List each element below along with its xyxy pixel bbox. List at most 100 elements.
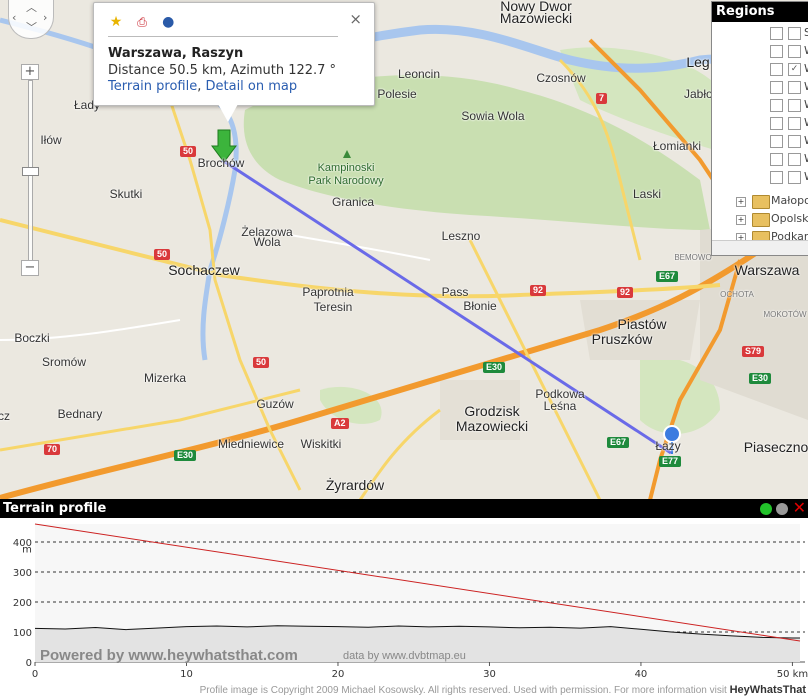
region-checkbox[interactable] <box>788 27 801 40</box>
folder-icon <box>752 213 770 227</box>
x-tick-label: 0 <box>32 669 38 680</box>
region-item[interactable]: W <box>712 114 808 132</box>
place-label: Brochów <box>197 156 245 170</box>
road-shield: 50 <box>180 146 197 157</box>
pan-up-icon[interactable]: ︿ <box>26 2 37 13</box>
road-shield: E67 <box>607 437 630 448</box>
terrain-title: Terrain profile <box>0 499 808 518</box>
maximize-icon[interactable] <box>760 503 772 515</box>
x-tick-label: 40 <box>635 669 648 680</box>
place-label: Park Narodowy <box>308 175 384 187</box>
detail-on-map-link[interactable]: Detail on map <box>206 79 298 94</box>
regions-scrollbar[interactable] <box>712 240 808 255</box>
popup-close-button[interactable]: × <box>349 12 362 27</box>
region-checkbox[interactable] <box>788 171 801 184</box>
zoom-in-button[interactable]: + <box>21 64 39 80</box>
region-checkbox[interactable] <box>788 153 801 166</box>
region-checkbox[interactable]: ✓ <box>788 63 801 76</box>
place-label: Granica <box>331 195 375 209</box>
x-tick-label: 50 km <box>777 669 808 680</box>
place-label: Polesie <box>377 87 417 101</box>
place-label: Guzów <box>256 397 294 411</box>
expand-icon[interactable]: + <box>736 215 746 225</box>
x-tick-label: 30 <box>483 669 496 680</box>
region-label: W <box>804 96 808 114</box>
region-checkbox[interactable] <box>770 117 783 130</box>
folder-label: Opolsk <box>771 212 808 225</box>
region-checkbox[interactable] <box>770 45 783 58</box>
place-label: Warszawa <box>734 262 800 278</box>
road-shield: E30 <box>483 362 506 373</box>
pdf-icon[interactable]: ⎙ <box>134 14 150 30</box>
road <box>0 218 721 299</box>
place-label: Leoncin <box>397 67 441 81</box>
place-label: Żyrardów <box>325 477 385 493</box>
region-checkbox[interactable] <box>788 135 801 148</box>
region-item[interactable]: W <box>712 96 808 114</box>
copyright-credit: Profile image is Copyright 2009 Michael … <box>199 684 806 696</box>
globe-icon[interactable]: ● <box>160 14 176 30</box>
region-checkbox[interactable] <box>770 135 783 148</box>
data-by-text: data by www.dvbtmap.eu <box>343 650 466 662</box>
zoom-slider-track[interactable] <box>22 80 39 266</box>
region-checkbox[interactable] <box>770 63 783 76</box>
zoom-control[interactable]: + − <box>21 64 39 278</box>
region-label: W <box>804 150 808 168</box>
folder-icon <box>752 195 770 209</box>
region-checkbox[interactable] <box>788 45 801 58</box>
pan-right-icon[interactable]: › <box>43 12 47 23</box>
region-label: W <box>804 114 808 132</box>
place-label: Grodzisk <box>464 403 520 419</box>
region-checkbox[interactable] <box>770 153 783 166</box>
pan-left-icon[interactable]: ‹ <box>12 12 16 23</box>
place-label: Paprotnia <box>302 285 354 299</box>
place-label: Teresin <box>313 300 353 314</box>
road-shield: S79 <box>742 346 765 357</box>
terrain-close-button[interactable]: ✕ <box>793 500 806 516</box>
folder-label: Małopo <box>771 194 808 207</box>
region-folder[interactable]: + Opolsk <box>712 210 808 228</box>
region-item[interactable]: W <box>712 78 808 96</box>
region-checkbox[interactable] <box>788 81 801 94</box>
y-tick-label: 200 <box>13 598 32 609</box>
zoom-slider-thumb[interactable] <box>22 167 39 176</box>
regions-title: Regions <box>712 2 808 22</box>
region-item[interactable]: W <box>712 132 808 150</box>
expand-icon[interactable]: + <box>736 197 746 207</box>
place-label: Sochaczew <box>168 262 240 278</box>
region-checkbox[interactable] <box>770 81 783 94</box>
map-view[interactable]: Nowy Dwor Mazowiecki Leg Leoncin Czosnów Jabł… <box>0 0 808 500</box>
place-label: Kampinoski <box>317 162 375 174</box>
star-icon[interactable]: ★ <box>108 14 124 30</box>
region-item[interactable]: S <box>712 24 808 42</box>
regions-panel: Regions SW✓WWWWWWW+Małopo+Opolsk+Podkar <box>711 1 808 256</box>
y-tick-label: 300 <box>13 568 32 579</box>
pan-down-icon[interactable]: ﹀ <box>26 22 37 33</box>
region-checkbox[interactable] <box>788 117 801 130</box>
place-label: Iłów <box>40 133 62 147</box>
region-checkbox[interactable] <box>770 27 783 40</box>
place-label: Boczki <box>14 331 50 345</box>
road-shield: 92 <box>530 285 547 296</box>
road-shield: E30 <box>174 450 197 461</box>
terrain-profile-link[interactable]: Terrain profile <box>108 79 197 94</box>
region-checkbox[interactable] <box>770 171 783 184</box>
region-label: S <box>804 24 808 42</box>
place-label: Czosnów <box>536 71 586 85</box>
place-label: MOKOTÓW <box>763 310 807 319</box>
info-popup: ★ ⎙ ● × Warszawa, Raszyn Distance 50.5 k… <box>93 2 375 122</box>
place-label: cz <box>0 409 10 423</box>
heywhatsthat-link[interactable]: HeyWhatsThat <box>730 684 806 696</box>
region-checkbox[interactable] <box>788 99 801 112</box>
region-folder[interactable]: + Małopo <box>712 192 808 210</box>
place-label: Łomianki <box>652 139 702 153</box>
region-item[interactable]: W <box>712 168 808 186</box>
place-label: Miedniewice <box>217 437 285 451</box>
region-item[interactable]: ✓W <box>712 60 808 78</box>
terrain-chart: 4003002001000m0 10 20 30 40 50 kmPowered by w… <box>13 523 808 680</box>
region-item[interactable]: W <box>712 150 808 168</box>
minimize-icon[interactable] <box>776 503 788 515</box>
region-item[interactable]: W <box>712 42 808 60</box>
zoom-out-button[interactable]: − <box>21 260 39 276</box>
region-checkbox[interactable] <box>770 99 783 112</box>
